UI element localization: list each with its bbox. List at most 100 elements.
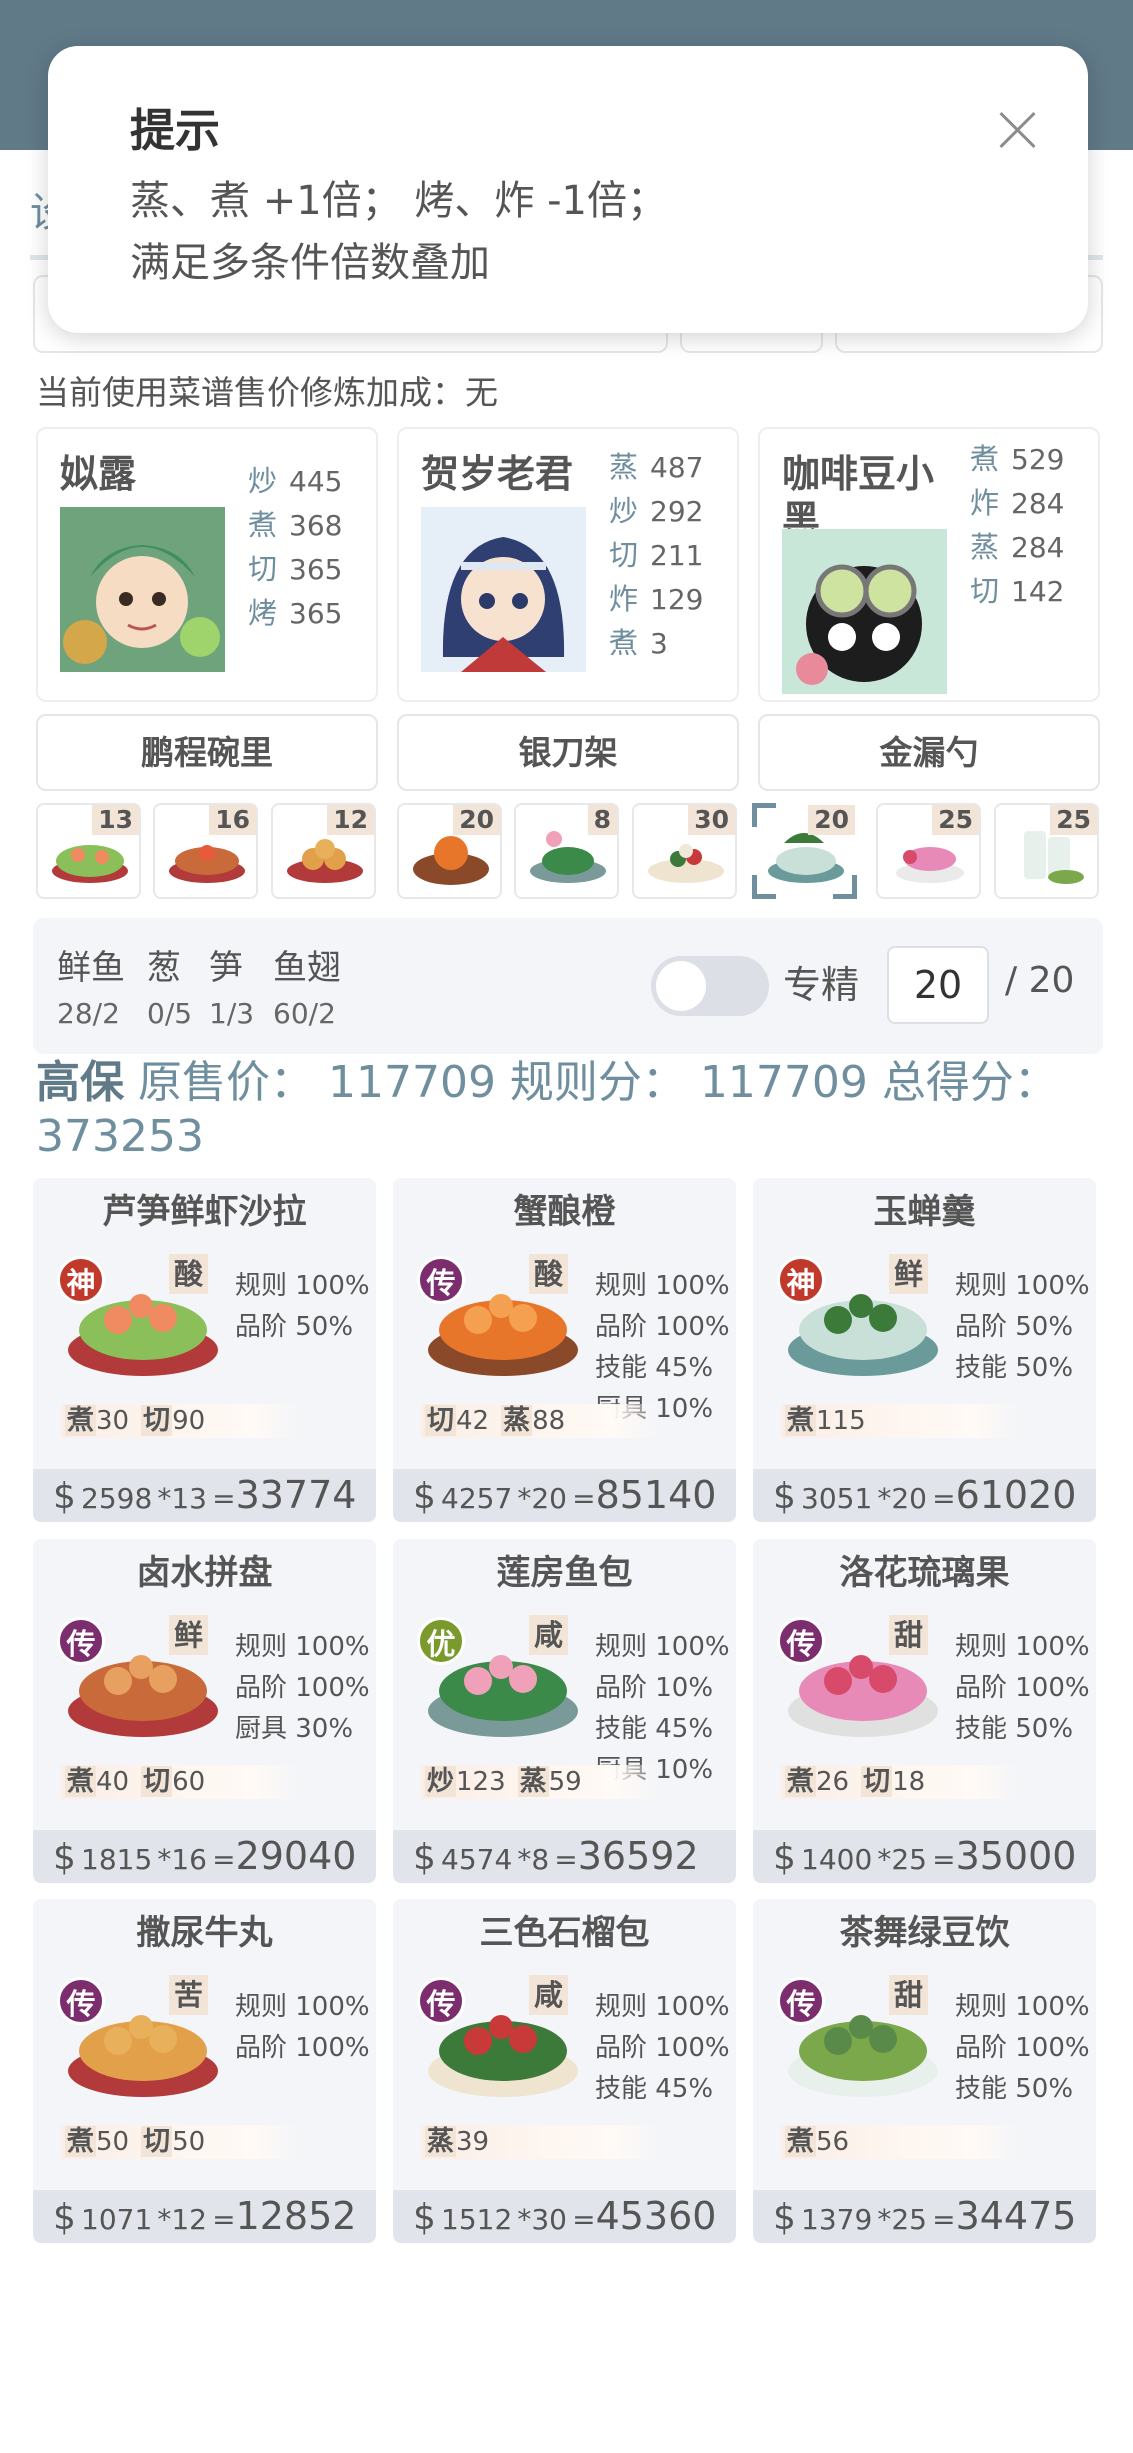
rank-badge: 传 <box>57 1977 105 2025</box>
chef-skills: 煮 529 炸 284 蒸 284 切 142 <box>970 442 1065 608</box>
dollar-icon: $ <box>413 1476 436 1517</box>
skill-requirement: 切42 蒸88 <box>421 1404 661 1438</box>
specialize-total: / 20 <box>1005 960 1075 1001</box>
price-row: $ 2598 *13 =33774 <box>33 1469 376 1522</box>
price-row: $ 1379 *25 =34475 <box>753 2190 1096 2243</box>
recipe-name: 莲房鱼包 <box>496 1553 633 1593</box>
chef-card[interactable]: 贺岁老君 蒸 487 炒 292 切 211 炸 129 煮3 <box>397 427 739 702</box>
dollar-icon: $ <box>773 1837 796 1878</box>
recipe-thumb-selected[interactable]: 20 <box>752 803 857 899</box>
rule-line: 品阶 50% <box>235 1312 354 1342</box>
equipment-slot[interactable]: 鹏程碗里 <box>36 714 378 791</box>
recipe-thumb[interactable]: 12 <box>271 803 376 899</box>
dollar-icon: $ <box>773 2197 796 2238</box>
specialize-label: 专精 <box>783 963 860 1007</box>
rule-line: 规则 100% <box>235 1271 370 1301</box>
rank-badge: 传 <box>57 1617 105 1665</box>
recipe-name: 茶舞绿豆饮 <box>839 1913 1010 1953</box>
rule-line: 品阶 100% <box>955 2033 1090 2063</box>
rule-line: 品阶 100% <box>235 2033 370 2063</box>
specialize-input[interactable]: 20 <box>887 946 989 1024</box>
rule-line: 品阶 100% <box>955 1673 1090 1703</box>
equipment-slot[interactable]: 银刀架 <box>397 714 739 791</box>
rank-badge: 传 <box>777 1617 825 1665</box>
rule-list: 规则 100% 品阶 100% <box>235 1987 370 2069</box>
rule-line: 品阶 100% <box>595 2033 730 2063</box>
dollar-icon: $ <box>773 1476 796 1517</box>
taste-tag: 鲜 <box>889 1254 929 1294</box>
rule-list: 规则 100% 品阶 100% 技能 50% <box>955 1627 1090 1750</box>
rule-list: 规则 100% 品阶 50% <box>235 1266 370 1348</box>
price-row: $ 4257 *20 =85140 <box>393 1469 736 1522</box>
rule-line: 品阶 50% <box>955 1312 1074 1342</box>
chef-avatar <box>421 507 586 672</box>
dollar-icon: $ <box>53 1837 76 1878</box>
dialog-text-line1: 蒸、煮 +1倍； 烤、炸 -1倍； <box>130 178 667 224</box>
dollar-icon: $ <box>413 2197 436 2238</box>
chef-card[interactable]: 咖啡豆小黑 煮 529 炸 284 蒸 284 切 142 <box>758 427 1100 702</box>
rank-badge: 神 <box>777 1256 825 1304</box>
skill-requirement: 煮115 <box>781 1404 1021 1438</box>
tip-dialog: 提示 蒸、煮 +1倍； 烤、炸 -1倍； 满足多条件倍数叠加 <box>48 46 1088 333</box>
skill-requirement: 煮26 切18 <box>781 1765 1021 1799</box>
chef-avatar <box>60 507 225 672</box>
chef-name: 姒露 <box>60 452 137 496</box>
skill-requirement: 炒123 蒸59 <box>421 1765 661 1799</box>
recipe-thumb[interactable]: 13 <box>36 803 141 899</box>
skill-requirement: 煮50 切50 <box>61 2125 301 2159</box>
recipe-thumb[interactable]: 25 <box>994 803 1099 899</box>
ingredient-item: 葱 0/5 <box>147 948 193 1030</box>
rule-line: 规则 100% <box>595 1632 730 1662</box>
chef-skills: 蒸 487 炒 292 切 211 炸 129 煮3 <box>609 450 704 660</box>
rule-list: 规则 100% 品阶 100% 技能 45% <box>595 1987 730 2110</box>
rule-list: 规则 100% 品阶 100% 技能 50% <box>955 1987 1090 2110</box>
ingredient-panel: 鲜鱼 28/2 葱 0/5 笋 1/3 鱼翅 60/2 专精 20 / 20 <box>33 918 1103 1054</box>
recipe-card[interactable]: 莲房鱼包 优 咸 规则 100%品阶 10%技能 45%厨具 10% 炒123蒸… <box>393 1539 736 1883</box>
rule-list: 规则 100% 品阶 50% 技能 50% <box>955 1266 1090 1389</box>
rank-badge: 传 <box>417 1256 465 1304</box>
chef-card[interactable]: 姒露 炒 445 煮 368 切 365 烤 365 <box>36 427 378 702</box>
dialog-title: 提示 <box>130 104 221 157</box>
recipe-name: 蟹酿橙 <box>513 1192 616 1232</box>
chef-avatar <box>782 529 947 694</box>
recipe-thumb[interactable]: 8 <box>514 803 619 899</box>
recipe-card[interactable]: 撒尿牛丸 传 苦 规则 100% 品阶 100% 煮50 切50 $ 1071 *1… <box>33 1899 376 2243</box>
price-row: $ 1071 *12 =12852 <box>33 2190 376 2243</box>
recipe-card[interactable]: 洛花琉璃果 传 甜 规则 100% 品阶 100% 技能 50% 煮26 切18 $ … <box>753 1539 1096 1883</box>
rule-line: 规则 100% <box>955 1271 1090 1301</box>
recipe-card[interactable]: 蟹酿橙 传 酸 规则 100%品阶 100%技能 45%厨具 10% 切42蒸8… <box>393 1178 736 1522</box>
rule-line: 规则 100% <box>235 1992 370 2022</box>
recipe-thumb[interactable]: 16 <box>153 803 258 899</box>
rule-line: 品阶 100% <box>595 1312 730 1342</box>
recipe-card[interactable]: 卤水拼盘 传 鲜 规则 100% 品阶 100% 厨具 30% 煮40 切60 $ 1… <box>33 1539 376 1883</box>
recipe-card[interactable]: 三色石榴包 传 咸 规则 100% 品阶 100% 技能 45% 蒸39 $ 151… <box>393 1899 736 2243</box>
ingredient-item: 笋 1/3 <box>209 948 255 1030</box>
recipe-thumb[interactable]: 25 <box>876 803 981 899</box>
recipe-card[interactable]: 茶舞绿豆饮 传 甜 规则 100% 品阶 100% 技能 50% 煮56 $ 137… <box>753 1899 1096 2243</box>
recipe-thumb[interactable]: 20 <box>397 803 502 899</box>
recipe-card[interactable]: 玉蝉羹 神 鲜 规则 100% 品阶 50% 技能 50% 煮115 $ 3051 … <box>753 1178 1096 1522</box>
chef-skills: 炒 445 煮 368 切 365 烤 365 <box>248 464 343 630</box>
recipe-thumb[interactable]: 30 <box>632 803 737 899</box>
recipe-card[interactable]: 芦笋鲜虾沙拉 神 酸 规则 100% 品阶 50% 煮30 切90 $ 2598 *… <box>33 1178 376 1522</box>
bonus-info: 当前使用菜谱售价修炼加成：无 <box>36 373 498 412</box>
skill-requirement: 蒸39 <box>421 2125 661 2159</box>
equipment-slot[interactable]: 金漏勺 <box>758 714 1100 791</box>
taste-tag: 鲜 <box>169 1615 209 1655</box>
ingredient-item: 鲜鱼 28/2 <box>57 948 125 1030</box>
dollar-icon: $ <box>53 2197 76 2238</box>
rule-line: 规则 100% <box>235 1632 370 1662</box>
guarantee-label: 高保 <box>36 1057 124 1108</box>
rule-line: 技能 50% <box>955 1353 1074 1383</box>
close-icon[interactable] <box>998 110 1038 150</box>
recipe-name: 撒尿牛丸 <box>136 1913 273 1953</box>
price-row: $ 4574 *8 =36592 <box>393 1830 736 1883</box>
skill-requirement: 煮56 <box>781 2125 1021 2159</box>
specialize-toggle[interactable] <box>651 956 769 1016</box>
rank-badge: 传 <box>777 1977 825 2025</box>
skill-requirement: 煮30 切90 <box>61 1404 301 1438</box>
rank-badge: 传 <box>417 1977 465 2025</box>
recipe-name: 玉蝉羹 <box>873 1192 976 1232</box>
rule-line: 品阶 10% <box>595 1673 714 1703</box>
taste-tag: 酸 <box>529 1254 569 1294</box>
